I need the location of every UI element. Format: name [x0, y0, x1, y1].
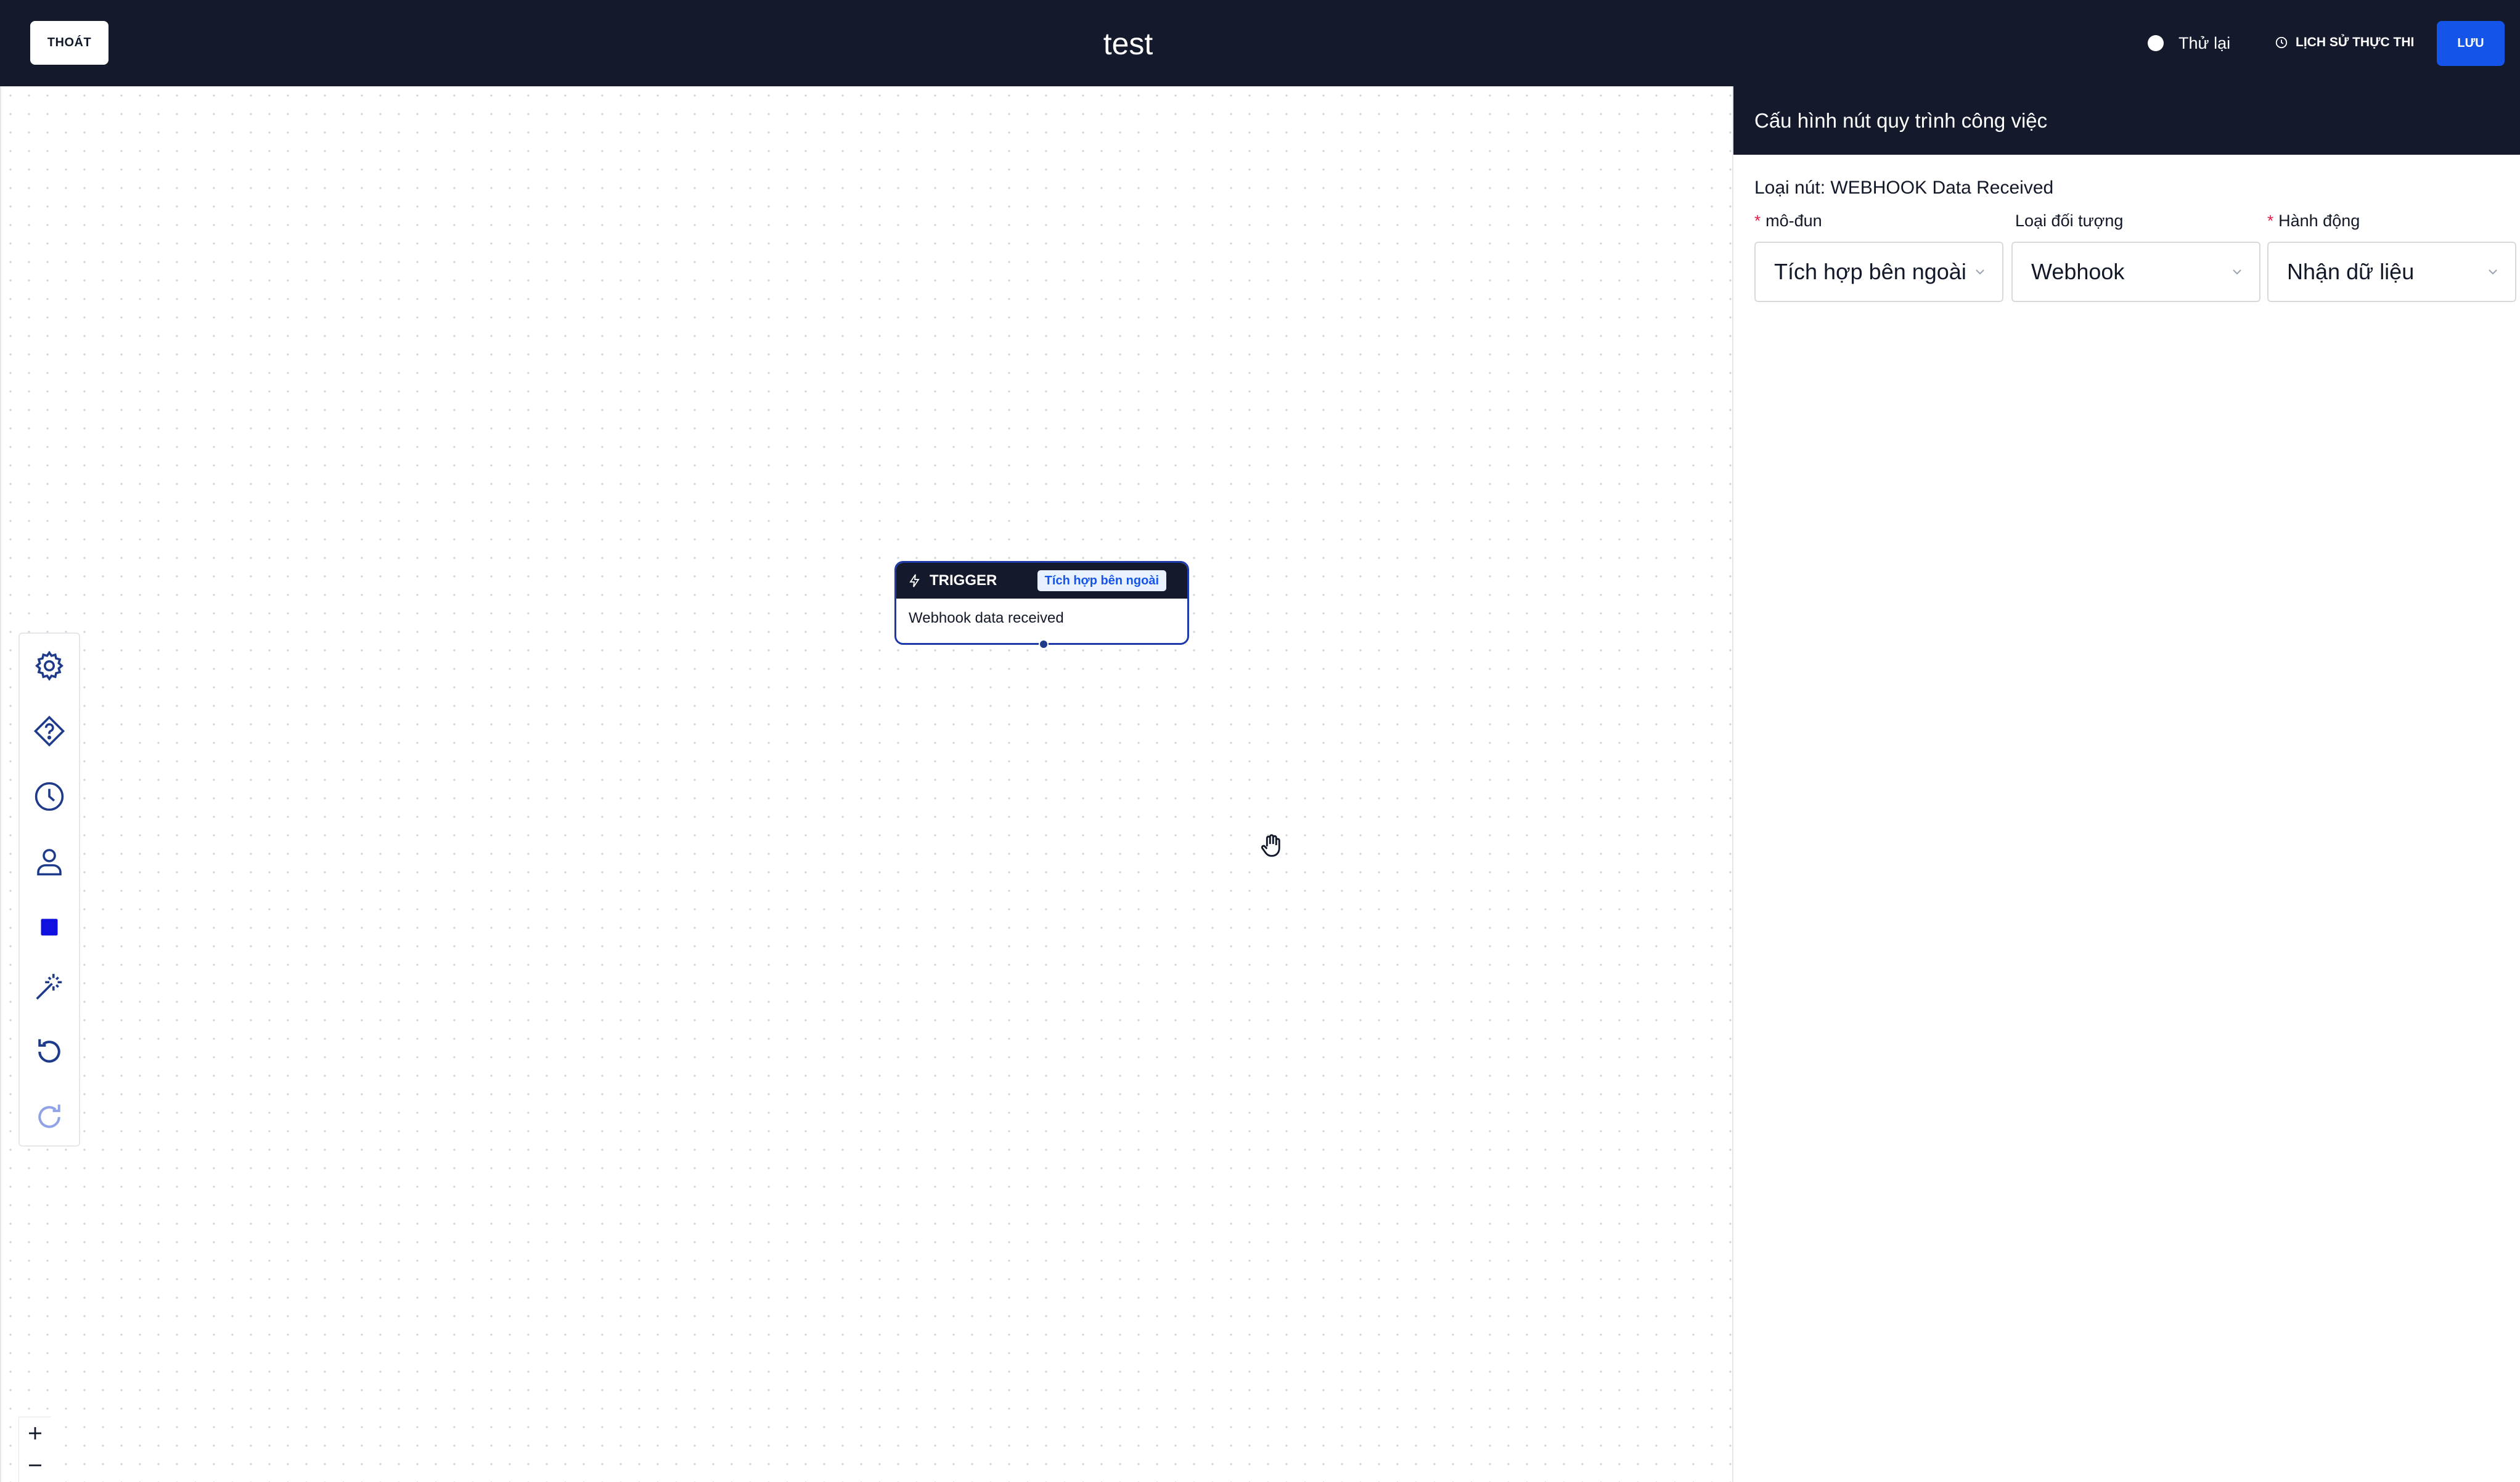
- module-field: * mô-đun Tích hợp bên ngoài: [1754, 210, 2003, 302]
- lightning-icon: [909, 574, 920, 587]
- condition-tool[interactable]: [20, 706, 79, 756]
- auto-layout-tool[interactable]: [20, 962, 79, 1011]
- undo-icon: [38, 1039, 60, 1063]
- zoom-controls: [18, 1417, 51, 1482]
- chevron-down-icon: [2233, 269, 2241, 275]
- module-select[interactable]: Tích hợp bên ngoài: [1754, 242, 2003, 302]
- node-config-panel: Cấu hình nút quy trình công việc Loại nú…: [1732, 86, 2520, 1482]
- node-toolbar: [18, 633, 80, 1147]
- object-type-field: Loại đối tượng Webhook: [2011, 210, 2260, 302]
- history-icon: [2275, 36, 2288, 49]
- node-description: Webhook data received: [909, 610, 1064, 626]
- magic-wand-icon: [36, 973, 62, 1000]
- node-type-label: TRIGGER: [930, 572, 997, 589]
- workflow-title: test: [1103, 27, 1153, 61]
- module-label: mô-đun: [1765, 211, 1822, 230]
- trigger-node[interactable]: TRIGGER Tích hợp bên ngoài Webhook data …: [894, 561, 1189, 649]
- object-type-label: Loại đối tượng: [2015, 211, 2124, 230]
- diamond-question-icon: [33, 715, 65, 747]
- top-bar: THOÁT test Thử lại LỊCH SỬ THỰC THI LƯU: [0, 0, 2520, 86]
- chevron-down-icon: [1976, 269, 1984, 275]
- zoom-in-button[interactable]: [19, 1417, 51, 1449]
- execution-history-label: LỊCH SỬ THỰC THI: [2296, 35, 2415, 49]
- save-button[interactable]: LƯU: [2437, 21, 2505, 66]
- redo-tool[interactable]: [20, 1092, 79, 1142]
- clock-icon: [35, 782, 64, 811]
- exit-button[interactable]: THOÁT: [30, 21, 108, 65]
- action-field: * Hành động Nhận dữ liệu: [2267, 210, 2516, 302]
- zoom-out-button[interactable]: [19, 1449, 51, 1481]
- required-mark: *: [2267, 211, 2274, 230]
- delay-tool[interactable]: [20, 772, 79, 821]
- workflow-canvas[interactable]: TRIGGER Tích hợp bên ngoài Webhook data …: [0, 86, 1732, 1482]
- retry-toggle[interactable]: Thử lại: [2148, 31, 2230, 55]
- panel-title: Cấu hình nút quy trình công việc: [1733, 86, 2520, 155]
- trigger-node-header: TRIGGER Tích hợp bên ngoài: [896, 563, 1187, 599]
- required-mark: *: [1754, 211, 1761, 230]
- redo-icon: [38, 1104, 60, 1128]
- execution-history-button[interactable]: LỊCH SỬ THỰC THI: [2275, 28, 2414, 57]
- undo-tool[interactable]: [20, 1027, 79, 1076]
- object-type-select-value: Webhook: [2031, 259, 2125, 284]
- user-tool[interactable]: [20, 837, 79, 886]
- hand-cursor-icon: [1261, 834, 1280, 857]
- settings-tool[interactable]: [20, 641, 79, 690]
- action-select-value: Nhận dữ liệu: [2287, 259, 2415, 284]
- toggle-knob[interactable]: [2148, 35, 2164, 51]
- chevron-down-icon: [2489, 269, 2497, 275]
- action-select[interactable]: Nhận dữ liệu: [2267, 242, 2516, 302]
- node-module-tag: Tích hợp bên ngoài: [1037, 570, 1166, 591]
- zoom-out-icon: [29, 1464, 41, 1467]
- node-output-handle[interactable]: [1039, 639, 1049, 649]
- stop-square-icon: [41, 919, 58, 936]
- object-type-select[interactable]: Webhook: [2011, 242, 2260, 302]
- action-label: Hành động: [2278, 211, 2360, 230]
- user-icon: [37, 849, 62, 876]
- stop-tool[interactable]: [20, 903, 79, 952]
- retry-label: Thử lại: [2178, 33, 2231, 52]
- module-select-value: Tích hợp bên ngoài: [1774, 259, 1966, 284]
- zoom-in-icon: [29, 1427, 41, 1439]
- gear-icon: [35, 650, 64, 681]
- node-type-info: Loại nút: WEBHOOK Data Received: [1754, 178, 2054, 198]
